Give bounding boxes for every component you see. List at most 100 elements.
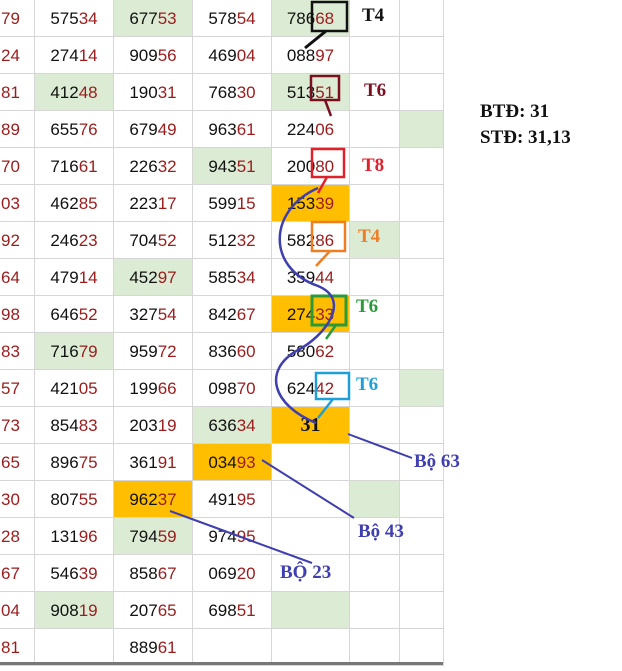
digits-highlighted: 32: [236, 231, 256, 250]
row-prefix-cell: 81: [0, 74, 35, 111]
digits-plain: 908: [50, 601, 79, 620]
digits-highlighted: 51: [315, 83, 335, 102]
digits-plain: 513: [286, 83, 316, 102]
digits-plain: 679: [129, 120, 158, 139]
digits-highlighted: 34: [236, 416, 256, 435]
digits-plain: 359: [286, 268, 316, 287]
digits-highlighted: 34: [78, 9, 98, 28]
digits-highlighted: 70: [236, 379, 256, 398]
result-cell: 06920: [193, 555, 272, 592]
digits-plain: 963: [208, 120, 237, 139]
digits-plain: 889: [129, 638, 158, 657]
digits-plain: 807: [50, 490, 79, 509]
digits-plain: 677: [129, 9, 158, 28]
digits-plain: 200: [286, 157, 316, 176]
result-cell: 71679: [35, 333, 114, 370]
result-cell: 32754: [114, 296, 193, 333]
result-cell: 95972: [114, 333, 193, 370]
digits-highlighted: 93: [236, 453, 256, 472]
digits-highlighted: 31: [157, 83, 177, 102]
result-cell: [272, 518, 350, 555]
label-bo43: Bộ 43: [358, 521, 404, 542]
result-cell: [400, 333, 444, 370]
digits-plain: 223: [129, 194, 158, 213]
label-bo23: BỘ 23: [280, 562, 332, 583]
result-cell: 58534: [193, 259, 272, 296]
table-row: 89 65576 67949 96361 22406: [0, 111, 444, 148]
digits-highlighted: 48: [78, 83, 98, 102]
row-prefix-cell: 64: [0, 259, 35, 296]
digits-highlighted: 80: [315, 157, 335, 176]
result-cell: [350, 259, 400, 296]
digits-plain: 034: [208, 453, 237, 472]
result-cell: 09870: [193, 370, 272, 407]
digits-plain: 716: [50, 342, 79, 361]
digits-plain: 199: [129, 379, 158, 398]
result-cell: [350, 185, 400, 222]
digits-highlighted: 04: [236, 46, 256, 65]
result-cell: 19966: [114, 370, 193, 407]
result-cell: [400, 629, 444, 666]
result-cell: [350, 444, 400, 481]
digits-highlighted: 72: [157, 342, 177, 361]
digits-highlighted: 15: [236, 194, 256, 213]
digits-highlighted: 86: [315, 231, 335, 250]
digits-highlighted: 95: [236, 527, 256, 546]
digits-highlighted: 79: [78, 342, 98, 361]
result-cell: [350, 555, 400, 592]
result-cell: [400, 74, 444, 111]
digits-plain: 491: [208, 490, 237, 509]
result-cell: 51351: [272, 74, 350, 111]
digits-highlighted: 91: [157, 453, 177, 472]
digits-plain: 361: [129, 453, 158, 472]
result-cell: [400, 555, 444, 592]
digits-plain: 088: [286, 46, 316, 65]
digits-highlighted: 61: [157, 638, 177, 657]
digits-highlighted: 68: [315, 9, 335, 28]
digits-highlighted: 51: [236, 601, 256, 620]
digits-highlighted: 54: [157, 305, 177, 324]
digits-plain: 274: [286, 305, 316, 324]
result-cell: 36191: [114, 444, 193, 481]
row-prefix-cell: 98: [0, 296, 35, 333]
digits-plain: 599: [208, 194, 237, 213]
row-prefix-cell: 30: [0, 481, 35, 518]
result-cell: 97495: [193, 518, 272, 555]
digits-highlighted: 52: [78, 305, 98, 324]
label-t8: T8: [362, 155, 385, 176]
row-prefix-cell: 92: [0, 222, 35, 259]
label-t6-a: T6: [364, 80, 387, 101]
digits-highlighted: 49: [157, 120, 177, 139]
result-cell: 58286: [272, 222, 350, 259]
result-cell: 54639: [35, 555, 114, 592]
row-prefix-cell: 24: [0, 37, 35, 74]
result-cell: 24623: [35, 222, 114, 259]
digits-highlighted: 67: [236, 305, 256, 324]
result-cell: 42105: [35, 370, 114, 407]
result-cell: 76830: [193, 74, 272, 111]
digits-highlighted: 20: [236, 564, 256, 583]
digits-highlighted: 14: [78, 46, 98, 65]
row-prefix-cell: 70: [0, 148, 35, 185]
result-cell: 84267: [193, 296, 272, 333]
result-cell: 67753: [114, 0, 193, 37]
result-cell: 80755: [35, 481, 114, 518]
result-cell: 41248: [35, 74, 114, 111]
digits-highlighted: 97: [315, 46, 335, 65]
result-cell: 63634: [193, 407, 272, 444]
result-cell: 70452: [114, 222, 193, 259]
digits-highlighted: 19: [157, 416, 177, 435]
label-t6-b: T6: [356, 296, 379, 317]
digits-highlighted: 19: [78, 601, 98, 620]
result-cell: 47914: [35, 259, 114, 296]
label-t4-mid: T4: [358, 226, 381, 247]
digits-plain: 794: [129, 527, 158, 546]
digits-highlighted: 54: [236, 9, 256, 28]
digits-plain: 585: [208, 268, 237, 287]
result-cell: [400, 259, 444, 296]
result-cell: [400, 148, 444, 185]
digits-plain: 786: [286, 9, 316, 28]
result-cell: 35944: [272, 259, 350, 296]
digits-plain: 226: [129, 157, 158, 176]
table-bottom-border: [0, 662, 443, 665]
